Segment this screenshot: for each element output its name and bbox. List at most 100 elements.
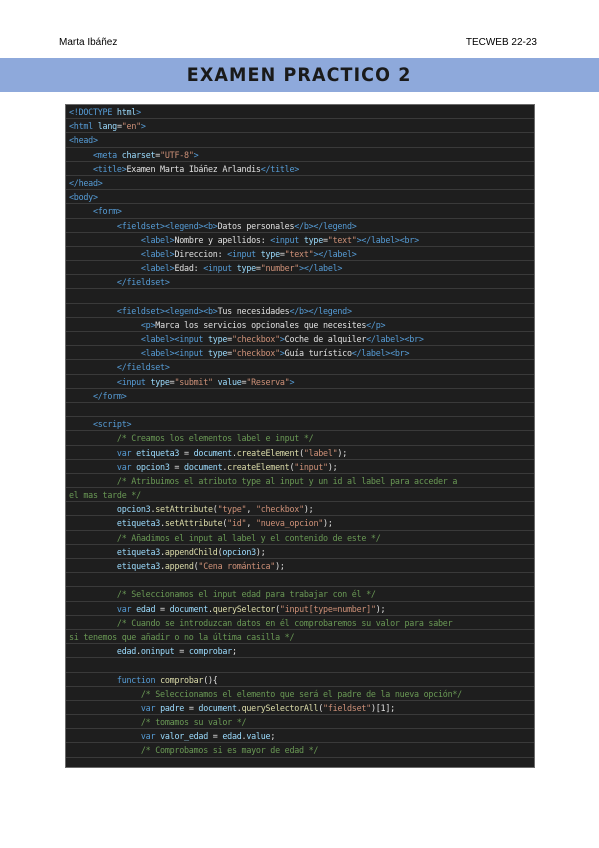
code-line: </fieldset> <box>66 360 534 375</box>
code-token: <input <box>116 376 151 387</box>
code-token: /* Creamos los elementos label e input *… <box>116 433 314 444</box>
code-token: "type" <box>217 504 247 515</box>
code-token: <p> <box>140 319 156 330</box>
code-token: "input[type=number]" <box>279 603 376 614</box>
code-line <box>66 573 534 588</box>
code-token: > <box>289 376 295 387</box>
code-token: ); <box>303 504 314 515</box>
code-token: type <box>207 348 228 359</box>
code-token: ></label> <box>313 248 357 259</box>
code-token: ); <box>327 461 338 472</box>
code-line: /* Creamos los elementos label e input *… <box>66 431 534 446</box>
code-token: <!DOCTYPE <box>69 107 117 117</box>
code-token: <input <box>203 263 237 274</box>
code-token: si tenemos que añadir o no la última cas… <box>69 631 295 642</box>
code-token: "Reserva" <box>246 376 290 387</box>
code-token: padre <box>160 702 185 713</box>
code-token: etiqueta3 <box>136 447 180 458</box>
code-line: <label><input type="checkbox">Guía turís… <box>66 346 534 361</box>
code-token: )[1]; <box>370 702 395 713</box>
code-token: append <box>164 561 194 571</box>
code-line: </form> <box>66 389 534 403</box>
code-line: <meta charset="UTF-8"> <box>66 148 534 162</box>
code-token: type <box>236 263 256 274</box>
code-token: ); <box>323 518 333 529</box>
code-token: <meta <box>92 149 122 160</box>
code-token: ; <box>231 646 237 657</box>
code-line: <form> <box>66 204 534 219</box>
code-line: /* Seleccionamos el elemento que será el… <box>66 687 534 701</box>
code-token: = <box>207 731 223 742</box>
code-token: , <box>246 504 256 515</box>
code-line <box>66 658 534 673</box>
code-line: <label>Direccion: <input type="text"></l… <box>66 247 534 262</box>
code-listing: <!DOCTYPE html> <html lang="en"> <head> <m… <box>65 104 535 768</box>
code-token: </label><br> <box>351 348 410 359</box>
code-line: opcion3.setAttribute("type", "checkbox")… <box>66 502 534 517</box>
code-line: etiqueta3.appendChild(opcion3); <box>66 545 534 559</box>
code-token: setAttribute <box>155 504 213 515</box>
code-token: edad <box>136 603 156 614</box>
code-token: Coche de alquiler <box>284 334 367 344</box>
code-token: = <box>155 603 170 614</box>
code-line: si tenemos que añadir o no la última cas… <box>66 630 534 645</box>
code-token: "nueva_opcion" <box>255 518 324 529</box>
code-token: el mas tarde */ <box>69 490 141 501</box>
code-token: /* Comprobamos si es mayor de edad */ <box>140 745 319 756</box>
code-token: Examen Marta Ibáñez Arlandis <box>126 163 261 174</box>
code-token: etiqueta3 <box>116 518 161 529</box>
code-token: html <box>116 107 137 117</box>
code-token: var <box>116 461 137 472</box>
code-token: value <box>217 376 242 387</box>
code-token: setAttribute <box>164 518 223 529</box>
title-banner: EXAMEN PRACTICO 2 <box>0 58 599 92</box>
code-line: </fieldset> <box>66 275 534 290</box>
code-token: ); <box>275 561 285 571</box>
code-line: /* Seleccionamos el input edad para trab… <box>66 587 534 602</box>
code-token: "Cena romántica" <box>198 561 276 571</box>
code-line: var valor_edad = edad.value; <box>66 729 534 744</box>
code-token: type <box>303 234 323 245</box>
code-token: Tus necesidades <box>217 305 290 316</box>
code-line: edad.oninput = comprobar; <box>66 644 534 659</box>
code-token: Marca los servicios opcionales que neces… <box>155 319 367 330</box>
code-token: type <box>260 248 280 259</box>
code-token: "checkbox" <box>231 334 280 344</box>
code-line: <fieldset><legend><b>Datos personales</b… <box>66 219 534 233</box>
code-token: document <box>184 461 223 472</box>
code-token: etiqueta3 <box>116 546 161 557</box>
code-token: "id" <box>227 518 247 529</box>
code-line: var etiqueta3 = document.createElement("… <box>66 446 534 460</box>
code-token: Guía turístico <box>284 348 352 359</box>
code-line: <label>Edad: <input type="number"></labe… <box>66 261 534 276</box>
code-line: /* Añadimos el input al label y el conte… <box>66 531 534 545</box>
code-token: "text" <box>327 234 357 245</box>
code-token: <script> <box>92 419 132 430</box>
code-token: <label><input <box>140 348 208 359</box>
code-token: "text" <box>284 248 314 259</box>
code-token: opcion3 <box>116 504 151 515</box>
code-token: Edad: <box>174 263 204 274</box>
code-token: </p> <box>366 319 386 330</box>
code-line: <script> <box>66 417 534 432</box>
code-token: document <box>193 447 233 458</box>
code-token: <input <box>227 248 261 259</box>
code-token: ); <box>337 447 348 458</box>
code-token: oninput <box>140 646 175 657</box>
